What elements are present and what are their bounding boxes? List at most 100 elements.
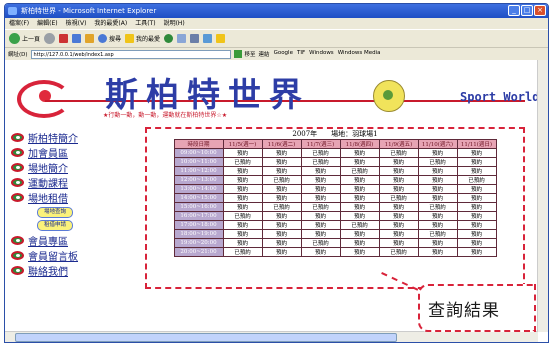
booking-status-cell[interactable]: 預約 bbox=[222, 148, 263, 158]
mail-icon[interactable] bbox=[177, 34, 187, 43]
vertical-scrollbar[interactable] bbox=[537, 60, 548, 332]
folder-icon[interactable] bbox=[216, 34, 226, 43]
booking-status-cell[interactable]: 已預約 bbox=[222, 211, 263, 221]
booking-status-cell[interactable]: 預約 bbox=[222, 238, 263, 248]
booking-status-cell[interactable]: 預約 bbox=[378, 202, 419, 212]
booking-status-cell[interactable]: 預約 bbox=[300, 247, 341, 257]
booking-status-cell[interactable]: 預約 bbox=[222, 166, 263, 176]
booking-status-cell[interactable]: 已預約 bbox=[300, 157, 341, 167]
edit-icon[interactable] bbox=[203, 34, 213, 43]
booking-status-cell[interactable]: 預約 bbox=[261, 229, 302, 239]
booking-status-cell[interactable]: 預約 bbox=[300, 211, 341, 221]
menu-view[interactable]: 檢視(V) bbox=[66, 18, 87, 29]
booking-status-cell[interactable]: 預約 bbox=[222, 229, 263, 239]
forward-arrow-icon[interactable] bbox=[44, 33, 56, 44]
go-icon[interactable] bbox=[233, 50, 242, 58]
sidebar-item-courses[interactable]: 運動課程 bbox=[11, 175, 121, 190]
booking-status-cell[interactable]: 預約 bbox=[339, 238, 380, 248]
booking-status-cell[interactable]: 預約 bbox=[417, 247, 458, 257]
menu-edit[interactable]: 編輯(E) bbox=[37, 18, 57, 29]
booking-status-cell[interactable]: 已預約 bbox=[222, 247, 263, 257]
search-button[interactable]: 搜尋 bbox=[98, 34, 121, 43]
booking-status-cell[interactable]: 已預約 bbox=[339, 220, 380, 230]
booking-status-cell[interactable]: 預約 bbox=[339, 175, 380, 185]
booking-status-cell[interactable]: 預約 bbox=[222, 202, 263, 212]
link-windows-media[interactable]: Windows Media bbox=[338, 50, 381, 58]
booking-status-cell[interactable]: 預約 bbox=[261, 148, 302, 158]
favorites-button[interactable]: 我的最愛 bbox=[125, 34, 160, 43]
rental-apply-button[interactable]: 租借申請 bbox=[37, 220, 73, 231]
booking-status-cell[interactable]: 預約 bbox=[339, 202, 380, 212]
minimize-button[interactable]: _ bbox=[508, 5, 520, 16]
booking-status-cell[interactable]: 預約 bbox=[456, 166, 497, 176]
booking-status-cell[interactable]: 預約 bbox=[378, 211, 419, 221]
go-label[interactable]: 移至 bbox=[245, 50, 256, 58]
booking-status-cell[interactable]: 預約 bbox=[456, 211, 497, 221]
booking-status-cell[interactable]: 已預約 bbox=[417, 157, 458, 167]
booking-status-cell[interactable]: 已預約 bbox=[300, 202, 341, 212]
booking-status-cell[interactable]: 預約 bbox=[456, 148, 497, 158]
booking-status-cell[interactable]: 預約 bbox=[261, 157, 302, 167]
home-icon[interactable] bbox=[85, 34, 95, 43]
booking-status-cell[interactable]: 預約 bbox=[378, 184, 419, 194]
booking-status-cell[interactable]: 預約 bbox=[456, 193, 497, 203]
booking-status-cell[interactable]: 已預約 bbox=[261, 175, 302, 185]
booking-status-cell[interactable]: 預約 bbox=[300, 184, 341, 194]
menu-help[interactable]: 說明(H) bbox=[164, 18, 185, 29]
booking-status-cell[interactable]: 預約 bbox=[378, 220, 419, 230]
booking-status-cell[interactable]: 已預約 bbox=[378, 193, 419, 203]
booking-status-cell[interactable]: 預約 bbox=[417, 193, 458, 203]
booking-status-cell[interactable]: 預約 bbox=[300, 193, 341, 203]
booking-status-cell[interactable]: 預約 bbox=[456, 157, 497, 167]
booking-status-cell[interactable]: 預約 bbox=[456, 238, 497, 248]
booking-status-cell[interactable]: 預約 bbox=[378, 229, 419, 239]
booking-status-cell[interactable]: 預約 bbox=[378, 175, 419, 185]
booking-status-cell[interactable]: 預約 bbox=[339, 211, 380, 221]
booking-status-cell[interactable]: 已預約 bbox=[417, 229, 458, 239]
sidebar-item-intro[interactable]: 斯柏特簡介 bbox=[11, 130, 121, 145]
booking-status-cell[interactable]: 預約 bbox=[222, 220, 263, 230]
sidebar-item-contact[interactable]: 聯絡我們 bbox=[11, 263, 121, 278]
booking-status-cell[interactable]: 預約 bbox=[456, 184, 497, 194]
booking-status-cell[interactable]: 預約 bbox=[456, 202, 497, 212]
link-windows[interactable]: Windows bbox=[309, 50, 334, 58]
booking-status-cell[interactable]: 預約 bbox=[378, 157, 419, 167]
horizontal-scrollbar[interactable] bbox=[5, 331, 538, 342]
booking-status-cell[interactable]: 預約 bbox=[300, 166, 341, 176]
sidebar-item-guestbook[interactable]: 會員留言板 bbox=[11, 248, 121, 263]
booking-status-cell[interactable]: 預約 bbox=[261, 184, 302, 194]
stop-icon[interactable] bbox=[59, 34, 69, 43]
booking-status-cell[interactable]: 預約 bbox=[339, 193, 380, 203]
booking-status-cell[interactable]: 預約 bbox=[456, 229, 497, 239]
booking-status-cell[interactable]: 預約 bbox=[261, 211, 302, 221]
booking-status-cell[interactable]: 預約 bbox=[417, 148, 458, 158]
booking-status-cell[interactable]: 預約 bbox=[339, 229, 380, 239]
booking-status-cell[interactable]: 預約 bbox=[378, 238, 419, 248]
booking-status-cell[interactable]: 預約 bbox=[378, 166, 419, 176]
booking-status-cell[interactable]: 已預約 bbox=[378, 148, 419, 158]
booking-status-cell[interactable]: 已預約 bbox=[378, 247, 419, 257]
booking-status-cell[interactable]: 預約 bbox=[300, 220, 341, 230]
booking-status-cell[interactable]: 預約 bbox=[456, 247, 497, 257]
menu-file[interactable]: 檔案(F) bbox=[9, 18, 29, 29]
booking-status-cell[interactable]: 預約 bbox=[417, 220, 458, 230]
history-icon[interactable] bbox=[164, 34, 174, 43]
print-icon[interactable] bbox=[190, 34, 200, 43]
booking-status-cell[interactable]: 已預約 bbox=[300, 148, 341, 158]
close-button[interactable]: × bbox=[534, 5, 546, 16]
sidebar-item-join[interactable]: 加會員區 bbox=[11, 145, 121, 160]
booking-status-cell[interactable]: 預約 bbox=[339, 247, 380, 257]
sidebar-item-members[interactable]: 會員專區 bbox=[11, 233, 121, 248]
booking-status-cell[interactable]: 預約 bbox=[222, 193, 263, 203]
booking-status-cell[interactable]: 預約 bbox=[222, 184, 263, 194]
booking-status-cell[interactable]: 預約 bbox=[417, 175, 458, 185]
booking-status-cell[interactable]: 預約 bbox=[261, 193, 302, 203]
sidebar-item-rental[interactable]: 場地租借 bbox=[11, 190, 121, 205]
booking-status-cell[interactable]: 已預約 bbox=[339, 166, 380, 176]
address-input[interactable]: http://127.0.0.1/web/index1.asp bbox=[30, 49, 231, 59]
booking-status-cell[interactable]: 預約 bbox=[339, 157, 380, 167]
booking-status-cell[interactable]: 預約 bbox=[417, 211, 458, 221]
booking-status-cell[interactable]: 預約 bbox=[417, 166, 458, 176]
link-google[interactable]: Google bbox=[274, 50, 293, 58]
refresh-icon[interactable] bbox=[72, 34, 82, 43]
